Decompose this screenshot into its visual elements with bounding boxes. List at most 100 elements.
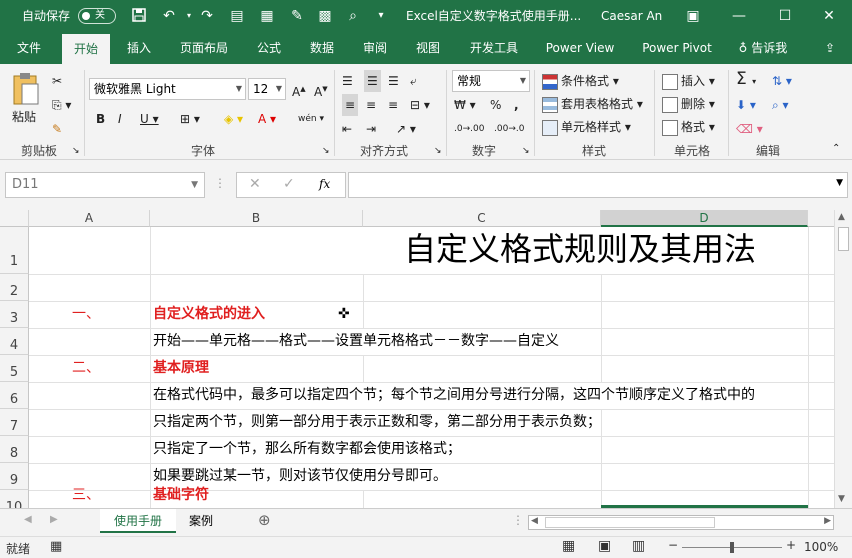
row-header[interactable]: 7 — [0, 409, 29, 436]
border-icon[interactable]: ⊞ ▾ — [180, 108, 200, 130]
form-icon[interactable]: ▤ — [228, 7, 246, 25]
undo-icon[interactable]: ↶ — [160, 7, 178, 25]
copy-icon[interactable]: ⎘ ▾ — [52, 94, 71, 116]
font-color-icon[interactable]: A ▾ — [258, 108, 276, 130]
font-size-select[interactable]: 12 ▼ — [248, 78, 286, 100]
page-layout-view-icon[interactable]: ▣ — [598, 538, 611, 554]
formula-bar-grip-icon[interactable]: ⋮ — [214, 176, 226, 190]
collapse-ribbon-icon[interactable]: ⌃ — [832, 138, 840, 160]
close-icon[interactable]: ✕ — [806, 0, 852, 32]
table-format-button[interactable]: 套用表格格式 ▾ — [542, 93, 643, 115]
find-select-icon[interactable]: ⌕ ▾ — [772, 94, 789, 116]
insert-function-icon[interactable]: fx — [319, 177, 330, 191]
bold-icon[interactable]: B — [96, 108, 105, 130]
indent-increase-icon[interactable]: ⇥ — [366, 118, 376, 140]
tab-data[interactable]: 数据 — [300, 32, 344, 64]
align-right-icon[interactable]: ≡ — [388, 94, 398, 116]
decrease-font-icon[interactable]: A▼ — [314, 78, 328, 100]
fill-icon[interactable]: ⬇ ▾ — [736, 94, 756, 116]
vertical-scroll-thumb[interactable] — [838, 227, 849, 251]
delete-cells-button[interactable]: 删除 ▾ — [662, 93, 715, 115]
column-header-a[interactable]: A — [29, 210, 150, 227]
horizontal-scrollbar[interactable]: ◀ ▶ — [528, 515, 834, 530]
row-header[interactable]: 10 — [0, 490, 29, 508]
align-top-icon[interactable]: ☰ — [342, 70, 353, 92]
row-header[interactable]: 5 — [0, 355, 29, 382]
align-center-icon[interactable]: ≡ — [366, 94, 376, 116]
ribbon-display-icon[interactable]: ▣ — [670, 0, 716, 32]
row-header[interactable]: 4 — [0, 328, 29, 355]
select-all-corner[interactable] — [0, 210, 29, 227]
sheet-tab-manual[interactable]: 使用手册 — [100, 509, 176, 533]
clipboard-launcher-icon[interactable]: ↘ — [72, 140, 80, 162]
cut-icon[interactable]: ✂ — [52, 70, 62, 92]
tab-formulas[interactable]: 公式 — [248, 32, 290, 64]
scroll-right-icon[interactable]: ▶ — [824, 516, 831, 526]
share-icon[interactable]: ⇪ — [816, 32, 844, 64]
horizontal-scroll-thumb[interactable] — [545, 517, 715, 528]
tab-view[interactable]: 视图 — [406, 32, 450, 64]
scroll-left-icon[interactable]: ◀ — [531, 516, 538, 526]
page-break-view-icon[interactable]: ▥ — [632, 538, 645, 554]
phonetic-icon[interactable]: wén ▾ — [298, 108, 324, 130]
user-name[interactable]: Caesar An — [601, 0, 662, 32]
row-header[interactable]: 8 — [0, 436, 29, 463]
align-left-icon[interactable]: ≡ — [342, 94, 359, 116]
tab-review[interactable]: 审阅 — [354, 32, 396, 64]
autosum-icon[interactable]: Σ ▾ — [736, 68, 756, 90]
autosave-toggle[interactable]: 关 — [78, 8, 116, 24]
accounting-icon[interactable]: ₩ ▾ — [454, 94, 476, 116]
prev-sheet-icon[interactable]: ◀ — [24, 514, 32, 525]
paste-label[interactable]: 粘贴 — [12, 106, 36, 128]
tab-developer[interactable]: 开发工具 — [462, 32, 526, 64]
cell-style-button[interactable]: 单元格样式 ▾ — [542, 116, 631, 138]
comma-icon[interactable]: , — [514, 94, 519, 116]
pivot-icon[interactable]: ▦ — [258, 7, 276, 25]
vertical-scrollbar[interactable]: ▲ ▼ — [834, 210, 852, 508]
zoom-level[interactable]: 100% — [804, 540, 838, 554]
maximize-icon[interactable]: ☐ — [762, 0, 808, 32]
tab-page-layout[interactable]: 页面布局 — [172, 32, 236, 64]
column-header-b[interactable]: B — [150, 210, 363, 227]
format-painter-icon[interactable]: ✎ — [288, 7, 306, 25]
align-bottom-icon[interactable]: ☰ — [388, 70, 399, 92]
column-header-c[interactable]: C — [363, 210, 601, 227]
scroll-down-icon[interactable]: ▼ — [838, 494, 845, 504]
undo-dropdown-icon[interactable]: ▾ — [180, 7, 198, 25]
zoom-in-icon[interactable]: + — [786, 538, 796, 552]
decrease-decimal-icon[interactable]: .00→.0 — [494, 118, 524, 140]
font-launcher-icon[interactable]: ↘ — [322, 140, 330, 162]
formula-input[interactable]: ▼ — [348, 172, 848, 198]
scroll-up-icon[interactable]: ▲ — [838, 212, 845, 222]
name-box[interactable]: D11 ▼ — [5, 172, 205, 198]
font-name-select[interactable]: 微软雅黑 Light ▼ — [89, 78, 246, 100]
row-header[interactable]: 6 — [0, 382, 29, 409]
worksheet-grid[interactable]: A B C D 1 2 3 4 5 6 7 8 9 10 自定义格式规则及其用法… — [0, 210, 852, 508]
fill-color-icon[interactable]: ◈ ▾ — [224, 108, 243, 130]
redo-icon[interactable]: ↷ — [198, 7, 216, 25]
next-sheet-icon[interactable]: ▶ — [50, 514, 58, 525]
cancel-icon[interactable]: ✕ — [249, 176, 261, 192]
sort-filter-icon[interactable]: ⇅ ▾ — [772, 70, 792, 92]
enter-icon[interactable]: ✓ — [283, 176, 295, 192]
tab-tell-me[interactable]: ♁ 告诉我 — [730, 32, 796, 64]
row-header[interactable]: 1 — [0, 227, 29, 274]
macro-record-icon[interactable]: ▦ — [50, 539, 62, 554]
orientation-icon[interactable]: ↗ ▾ — [396, 118, 416, 140]
indent-decrease-icon[interactable]: ⇤ — [342, 118, 352, 140]
row-header[interactable]: 2 — [0, 274, 29, 301]
add-sheet-icon[interactable]: ⊕ — [258, 511, 271, 529]
insert-cells-button[interactable]: 插入 ▾ — [662, 70, 715, 92]
column-header-d[interactable]: D — [601, 210, 808, 227]
italic-icon[interactable]: I — [118, 108, 122, 130]
save-icon[interactable] — [130, 7, 148, 25]
minimize-icon[interactable]: — — [716, 0, 762, 32]
zoom-out-icon[interactable]: − — [668, 538, 678, 552]
increase-decimal-icon[interactable]: .0→.00 — [454, 118, 484, 140]
row-header[interactable]: 3 — [0, 301, 29, 328]
format-painter-brush-icon[interactable]: ✎ — [52, 118, 62, 140]
align-middle-icon[interactable]: ☰ — [364, 70, 381, 92]
customize-qat-icon[interactable]: ▾ — [372, 7, 390, 25]
format-cells-button[interactable]: 格式 ▾ — [662, 116, 715, 138]
underline-icon[interactable]: U ▾ — [140, 108, 159, 130]
